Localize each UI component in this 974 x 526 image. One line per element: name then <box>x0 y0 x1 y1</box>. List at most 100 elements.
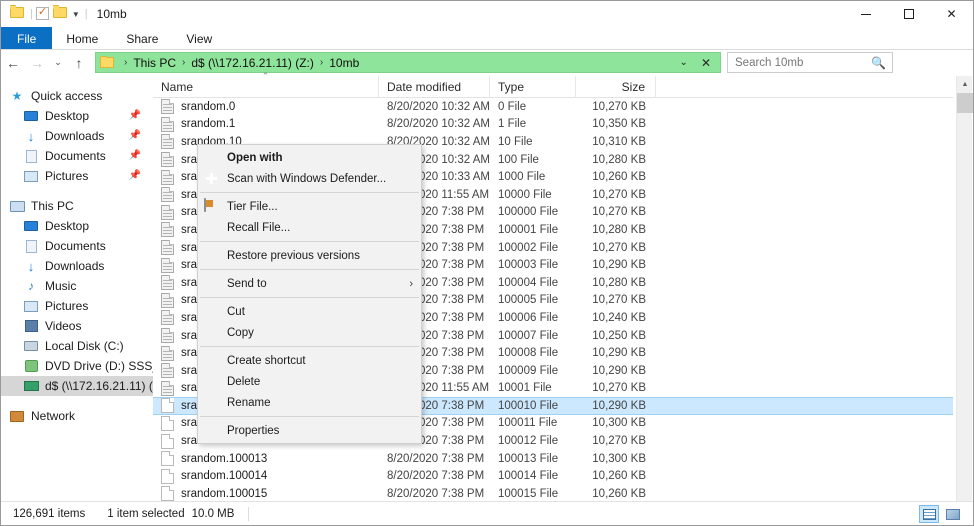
file-size-cell: 10,310 KB <box>592 135 646 148</box>
context-menu-item-label: Properties <box>227 424 280 437</box>
minimize-button[interactable] <box>844 1 887 27</box>
context-menu-item-delete[interactable]: Delete <box>198 371 421 392</box>
breadcrumb-this-pc[interactable]: This PC <box>132 56 177 70</box>
breadcrumb-network-drive[interactable]: d$ (\\172.16.21.11) (Z:) <box>190 56 315 70</box>
table-row[interactable]: srandom.100015 8/20/2020 7:38 PM 100015 Fi… <box>153 485 953 501</box>
nav-item-local-disk-c[interactable]: Local Disk (C:) <box>1 336 153 356</box>
large-icons-view-icon <box>946 508 960 520</box>
context-menu-item-send-to[interactable]: Send to › <box>198 273 421 294</box>
nav-item-music[interactable]: ♪ Music <box>1 276 153 296</box>
customize-caret-icon[interactable]: ▼ <box>72 10 80 19</box>
pin-icon[interactable]: 📌 <box>129 110 141 121</box>
nav-item-downloads-qa[interactable]: ↓ Downloads 📌 <box>1 126 153 146</box>
stop-refresh-icon[interactable]: ✕ <box>694 56 718 70</box>
nav-item-this-pc[interactable]: This PC <box>1 196 153 216</box>
file-size-cell: 10,290 KB <box>592 259 646 272</box>
new-folder-icon[interactable] <box>52 7 68 21</box>
nav-label: This PC <box>31 199 74 213</box>
nav-item-network-drive-z[interactable]: d$ (\\172.16.21.11) (Z:) <box>1 376 153 396</box>
forward-button[interactable]: → <box>25 51 49 75</box>
toolbar-divider: | <box>30 8 33 20</box>
context-menu-item-label: Open with <box>227 151 283 164</box>
nav-item-pictures-qa[interactable]: Pictures 📌 <box>1 166 153 186</box>
tab-view[interactable]: View <box>172 27 226 50</box>
table-row[interactable]: srandom.100013 8/20/2020 7:38 PM 100013 Fi… <box>153 450 953 468</box>
properties-checkbox-icon[interactable] <box>35 5 51 21</box>
context-menu-separator <box>200 416 419 417</box>
close-button[interactable]: ✕ <box>930 1 973 27</box>
context-menu-item-cut[interactable]: Cut <box>198 301 421 322</box>
maximize-button[interactable] <box>887 1 930 27</box>
nav-label: Downloads <box>45 129 105 143</box>
file-size-cell: 10,270 KB <box>592 100 646 113</box>
nav-label: Desktop <box>45 219 90 233</box>
chevron-down-icon[interactable]: ⌄ <box>674 57 694 68</box>
context-menu-icon-placeholder <box>204 325 220 341</box>
this-pc-icon <box>9 198 25 214</box>
back-button[interactable]: ← <box>1 51 25 75</box>
context-menu-item-copy[interactable]: Copy <box>198 322 421 343</box>
column-header-type[interactable]: Type <box>490 75 576 98</box>
network-icon <box>9 408 25 424</box>
column-header-name[interactable]: ⌃ Name <box>153 71 379 98</box>
nav-item-dvd-drive-d[interactable]: DVD Drive (D:) SSS_X <box>1 356 153 376</box>
context-menu-item-label: Send to <box>227 277 267 290</box>
up-button[interactable]: ↑ <box>67 51 91 75</box>
context-menu-icon-placeholder <box>204 248 220 264</box>
file-type-cell: 100015 File <box>498 487 559 500</box>
nav-item-pictures[interactable]: Pictures <box>1 296 153 316</box>
context-menu-item-scan-with-windows-defender[interactable]: Scan with Windows Defender... <box>198 168 421 189</box>
tab-share[interactable]: Share <box>112 27 172 50</box>
nav-item-videos[interactable]: Videos <box>1 316 153 336</box>
offline-file-icon <box>161 310 174 326</box>
column-header-label: Date modified <box>387 79 462 94</box>
column-header-size[interactable]: Size <box>576 75 656 98</box>
offline-file-icon <box>161 204 174 220</box>
column-header-date-modified[interactable]: Date modified <box>379 75 490 98</box>
table-row[interactable]: srandom.0 8/20/2020 10:32 AM 0 File 10,270 … <box>153 98 953 116</box>
breadcrumb-folder-icon <box>100 56 114 68</box>
file-size-cell: 10,260 KB <box>592 470 646 483</box>
context-menu-item-recall-file[interactable]: Recall File... <box>198 217 421 238</box>
vertical-scrollbar[interactable]: ▲ <box>956 76 973 501</box>
context-menu-item-rename[interactable]: Rename <box>198 392 421 413</box>
file-size-cell: 10,270 KB <box>592 294 646 307</box>
address-bar[interactable]: › This PC › d$ (\\172.16.21.11) (Z:) › 1… <box>95 52 721 73</box>
tab-home[interactable]: Home <box>52 27 112 50</box>
context-menu-item-properties[interactable]: Properties <box>198 420 421 441</box>
nav-item-downloads[interactable]: ↓ Downloads <box>1 256 153 276</box>
nav-item-network[interactable]: Network <box>1 406 153 426</box>
context-menu-item-tier-file[interactable]: Tier File... <box>198 196 421 217</box>
title-bar: | ▼ | 10mb ✕ <box>1 1 973 27</box>
offline-file-icon <box>161 345 174 361</box>
context-menu[interactable]: Open with Scan with Windows Defender... Ti… <box>197 144 422 444</box>
nav-item-documents[interactable]: Documents <box>1 236 153 256</box>
table-row[interactable]: srandom.100014 8/20/2020 7:38 PM 100014 Fi… <box>153 467 953 485</box>
nav-item-desktop-qa[interactable]: Desktop 📌 <box>1 106 153 126</box>
context-menu-item-open-with[interactable]: Open with <box>198 147 421 168</box>
file-name-cell: srandom.0 <box>153 98 379 115</box>
file-type-cell: 1 File <box>498 118 527 131</box>
nav-item-documents-qa[interactable]: Documents 📌 <box>1 146 153 166</box>
breadcrumb-10mb[interactable]: 10mb <box>328 56 360 70</box>
navigation-pane: ★ Quick access Desktop 📌 ↓ Downloads 📌 D… <box>1 76 153 501</box>
large-icons-view-button[interactable] <box>943 505 963 523</box>
tab-file[interactable]: File <box>1 27 53 50</box>
details-view-button[interactable] <box>919 505 939 523</box>
context-menu-item-create-shortcut[interactable]: Create shortcut <box>198 350 421 371</box>
pin-icon[interactable]: 📌 <box>129 170 141 181</box>
scroll-up-icon[interactable]: ▲ <box>957 76 973 92</box>
search-box[interactable]: 🔍 <box>727 52 893 73</box>
pin-icon[interactable]: 📌 <box>129 150 141 161</box>
recent-locations-button[interactable]: ⌄ <box>49 51 67 75</box>
nav-item-quick-access[interactable]: ★ Quick access <box>1 86 153 106</box>
table-row[interactable]: srandom.1 8/20/2020 10:32 AM 1 File 10,350 … <box>153 116 953 134</box>
context-menu-item-restore-previous-versions[interactable]: Restore previous versions <box>198 245 421 266</box>
pin-icon[interactable]: 📌 <box>129 130 141 141</box>
drive-icon <box>23 338 39 354</box>
folder-icon[interactable] <box>10 7 25 21</box>
submenu-arrow-icon: › <box>409 277 413 290</box>
scrollbar-thumb[interactable] <box>957 93 973 113</box>
search-input[interactable] <box>728 56 866 69</box>
nav-item-desktop[interactable]: Desktop <box>1 216 153 236</box>
